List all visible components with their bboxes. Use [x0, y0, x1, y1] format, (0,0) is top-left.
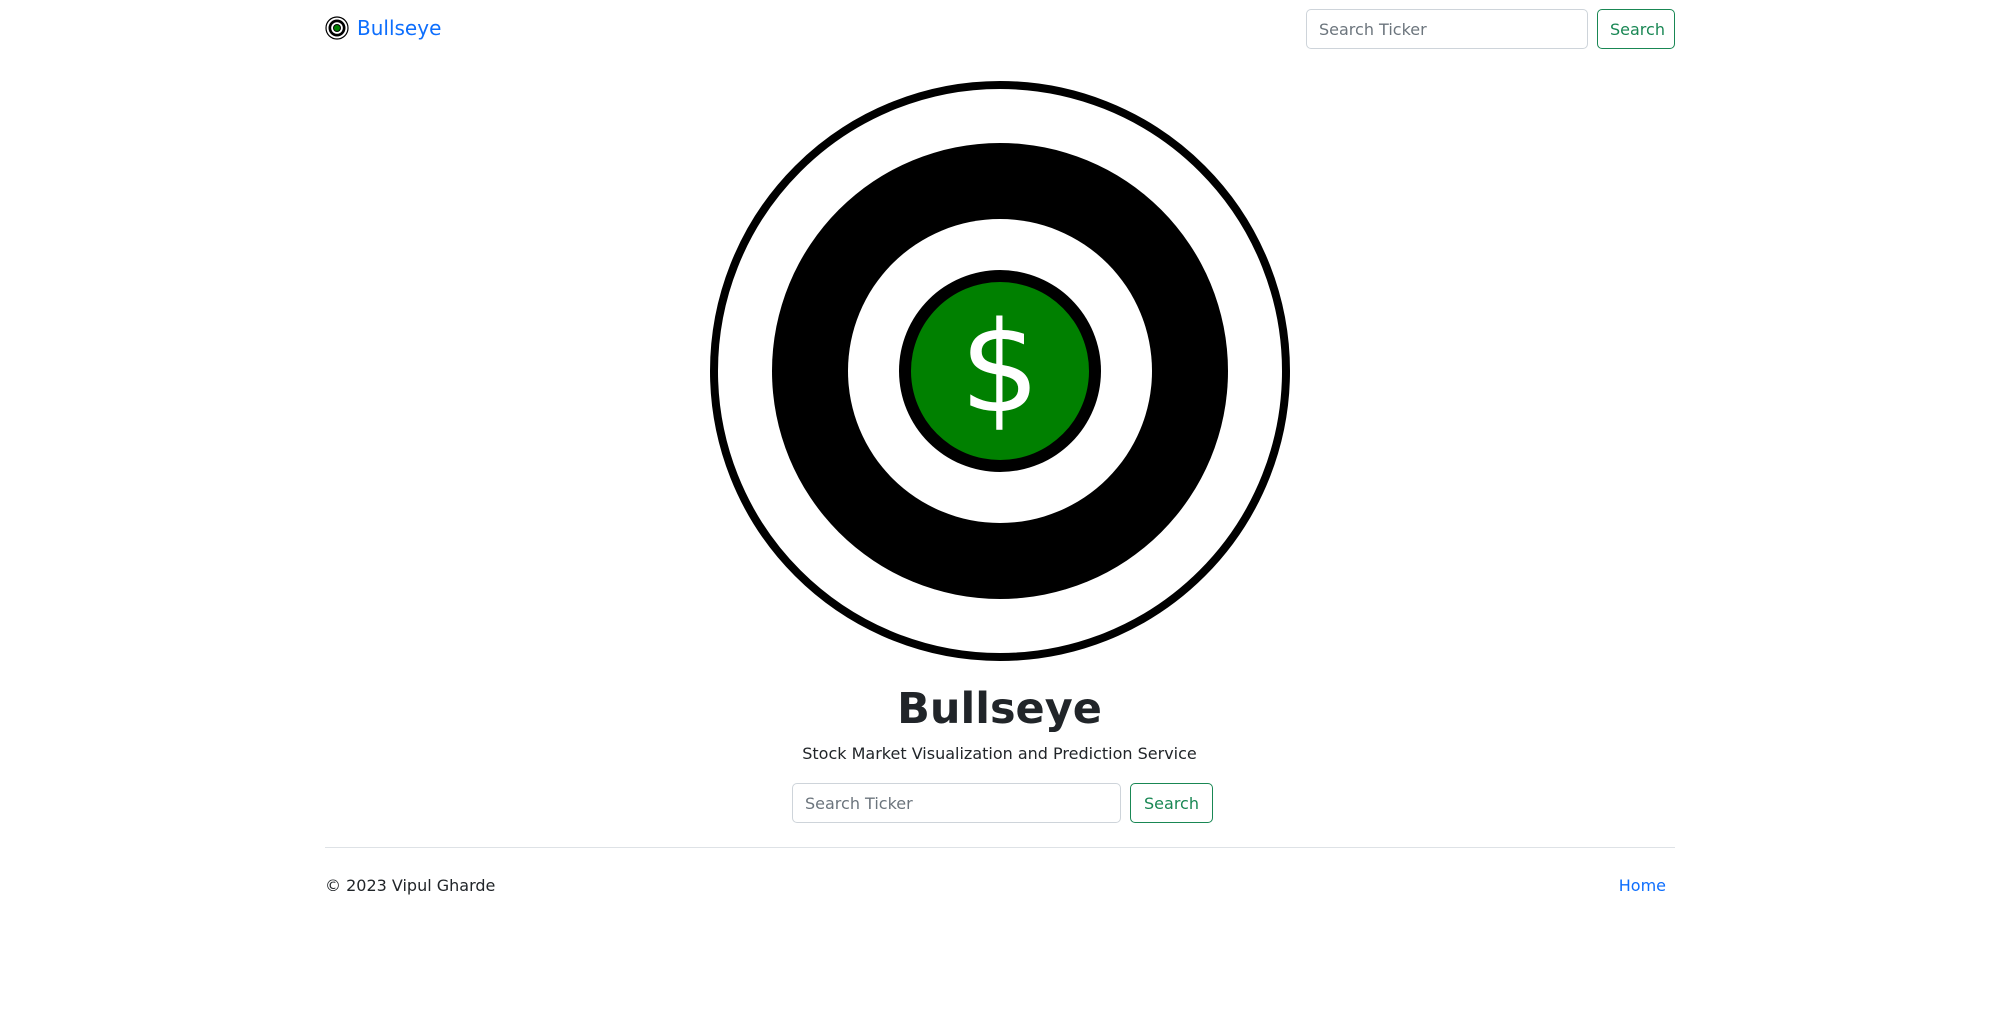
- footer-home-link[interactable]: Home: [1619, 876, 1666, 896]
- navbar: Bullseye Search: [325, 8, 1675, 50]
- page-title: Bullseye: [897, 684, 1102, 734]
- hero-search-form: Search: [792, 783, 1213, 823]
- navbar-search-form: Search: [1306, 9, 1675, 49]
- bullseye-logo-icon: [325, 16, 349, 40]
- navbar-search-input[interactable]: [1306, 9, 1588, 49]
- footer-copyright: © 2023 Vipul Gharde: [325, 876, 496, 895]
- brand-label: Bullseye: [357, 16, 442, 40]
- bullseye-dollar-icon: $: [710, 81, 1290, 661]
- hero-search-input[interactable]: [792, 783, 1121, 823]
- brand-link[interactable]: Bullseye: [325, 16, 441, 40]
- dollar-sign-icon: $: [960, 294, 1040, 441]
- page: Bullseye Search $ Bullseye Stock Market …: [0, 0, 1999, 1009]
- page-subtitle: Stock Market Visualization and Predictio…: [802, 744, 1197, 763]
- footer-divider: [325, 847, 1675, 848]
- navbar-search-button[interactable]: Search: [1597, 9, 1675, 49]
- hero-search-button[interactable]: Search: [1130, 783, 1213, 823]
